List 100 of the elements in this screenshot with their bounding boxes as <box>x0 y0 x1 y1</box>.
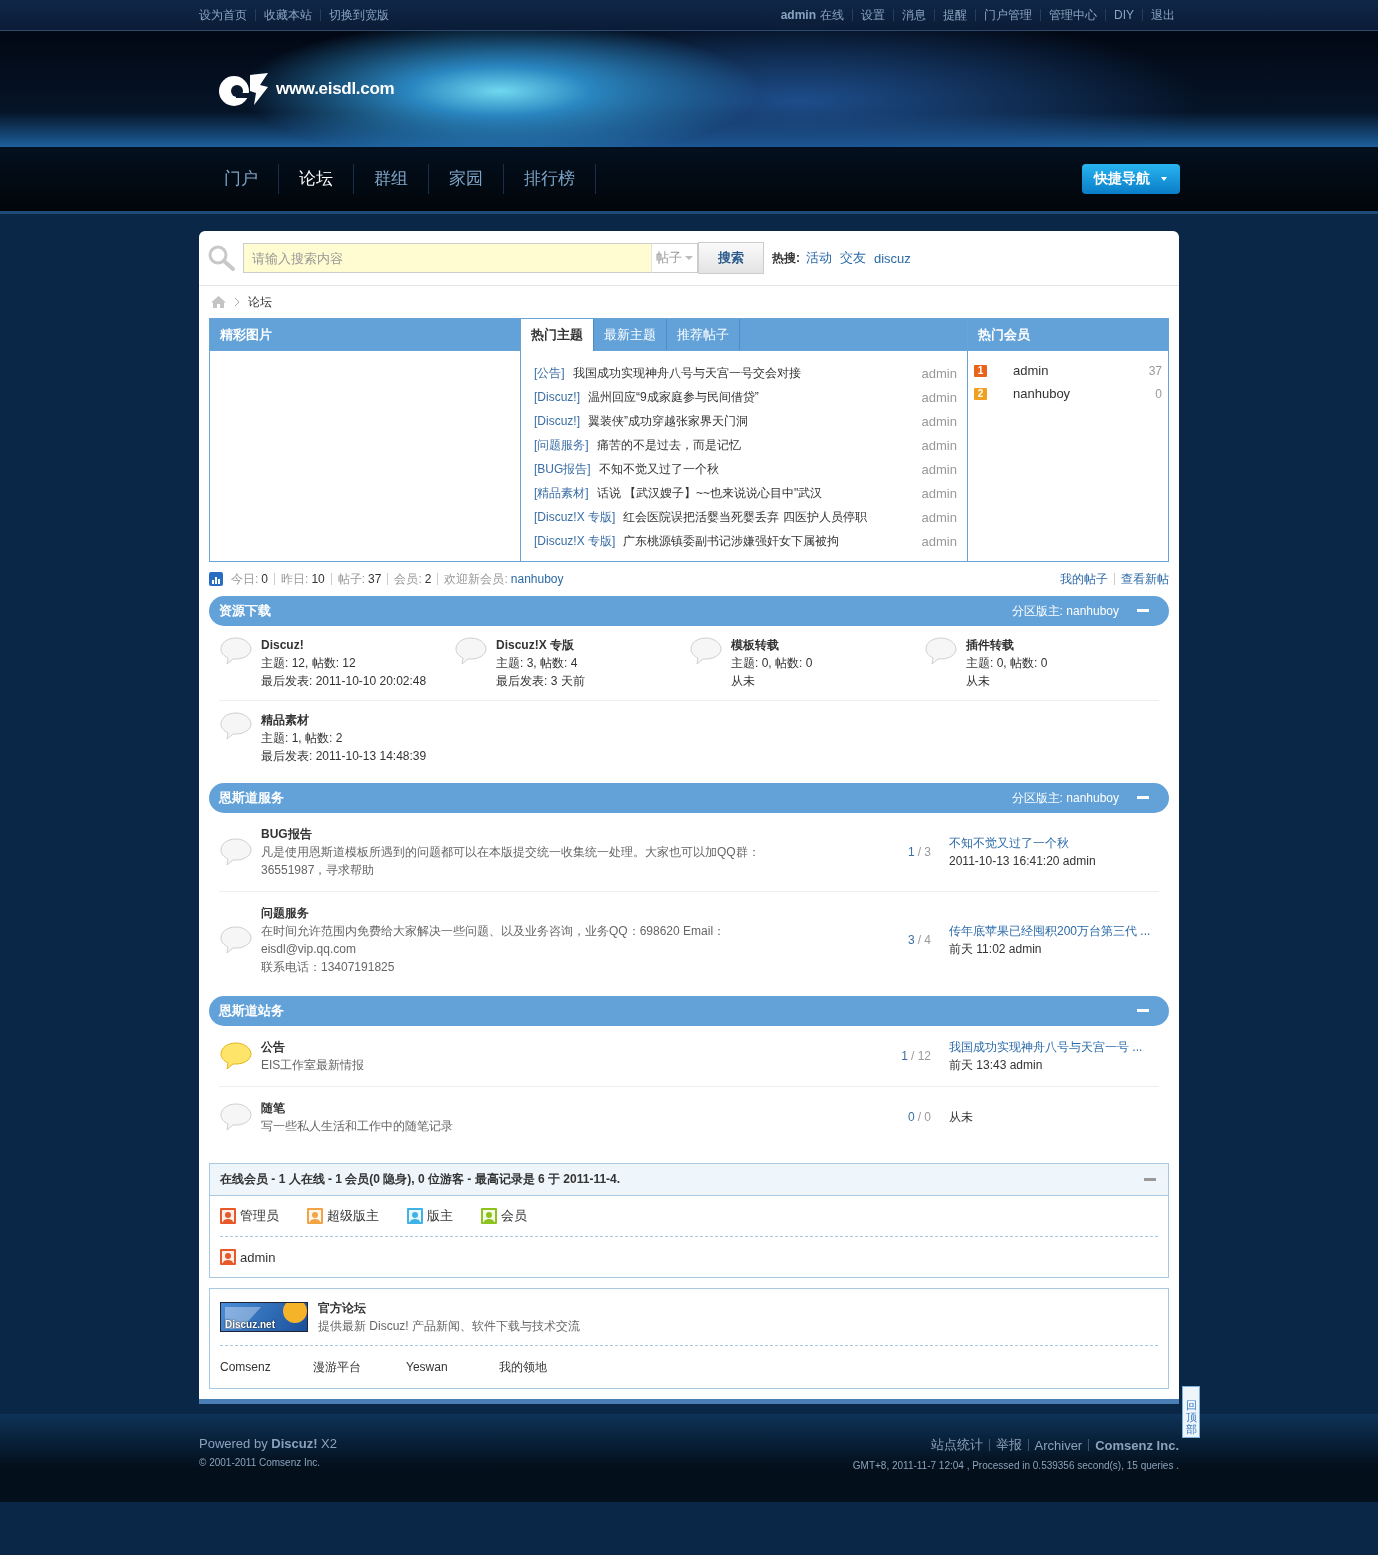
topic-title[interactable]: 红会医院误把活婴当死婴丢弃 四医护人员停职 <box>623 508 922 526</box>
topic-title[interactable]: 翼装侠”成功穿越张家界天门洞 <box>588 412 922 430</box>
logo-icon[interactable] <box>216 71 270 107</box>
top-link[interactable]: 提醒 <box>935 6 975 24</box>
forum-name[interactable]: 公告 <box>261 1038 863 1056</box>
top-link[interactable]: DIY <box>1106 8 1142 22</box>
collapse-icon[interactable] <box>1137 609 1149 613</box>
footer-link[interactable]: Comsenz Inc. <box>1095 1437 1179 1453</box>
thread-count: 1 <box>907 845 915 859</box>
forum-name[interactable]: 随笔 <box>261 1099 863 1117</box>
speech-bubble-icon <box>689 636 723 666</box>
thread-count: 1 <box>901 1049 908 1063</box>
last-post-title[interactable]: 不知不觉又过了一个秋 <box>949 834 1159 852</box>
forum-name[interactable]: 模板转载 <box>731 636 813 654</box>
post-count: / 3 <box>917 845 931 859</box>
forum-name[interactable]: 精品素材 <box>261 711 427 729</box>
forum-stats: 主题: 3, 帖数: 4 <box>496 655 579 672</box>
thread-count: 3 <box>907 933 915 947</box>
nav-tab[interactable]: 排行榜 <box>504 164 596 194</box>
panel-title: 热门会员 <box>977 325 1030 344</box>
home-icon[interactable] <box>211 296 226 308</box>
newest-member-link[interactable]: nanhuboy <box>510 572 564 586</box>
top-link[interactable]: 切换到宽版 <box>321 6 397 24</box>
forum-name[interactable]: 问题服务 <box>261 904 863 922</box>
top-link[interactable]: 设置 <box>853 6 893 24</box>
collapse-icon[interactable] <box>1137 1009 1149 1013</box>
forum-name[interactable]: Discuz! <box>261 636 427 654</box>
member-post-count: 0 <box>1155 386 1162 401</box>
nav-tab[interactable]: 门户 <box>204 164 279 194</box>
topic-tag[interactable]: [BUG报告] <box>534 460 591 478</box>
nav-tab[interactable]: 群组 <box>354 164 429 194</box>
top-link[interactable]: 收藏本站 <box>256 6 320 24</box>
last-post-title[interactable]: 传年底苹果已经囤积200万台第三代 ... <box>949 922 1159 940</box>
top-link[interactable]: 退出 <box>1143 6 1183 24</box>
footer-link[interactable]: 举报 <box>995 1436 1022 1454</box>
partner-description: 提供最新 Discuz! 产品新闻、软件下载与技术交流 <box>318 1318 580 1335</box>
hot-search-link[interactable]: 活动 <box>806 249 832 267</box>
online-status: 在线 <box>820 6 845 24</box>
stat-value: 2 <box>424 572 432 586</box>
forum-description: eisdl@vip.qq.com <box>261 941 357 958</box>
breadcrumb-link[interactable]: 论坛 <box>248 293 272 311</box>
hot-search-label: 热搜: <box>772 249 800 267</box>
forum-description: 凡是使用恩斯道模板所遇到的问题都可以在本版提交统一收集统一处理。大家也可以加QQ群： <box>261 844 761 861</box>
top-link[interactable]: 消息 <box>894 6 934 24</box>
friend-link[interactable]: 漫游平台 <box>313 1358 406 1376</box>
topic-tag[interactable]: [Discuz!X 专版] <box>534 508 616 526</box>
footer-link[interactable]: Archiver <box>1034 1437 1083 1453</box>
forum-stats: 主题: 1, 帖数: 2 <box>261 730 344 747</box>
top-link[interactable]: 门户管理 <box>976 6 1040 24</box>
last-post-title[interactable]: 我国成功实现神舟八号与天宫一号 ... <box>949 1038 1159 1056</box>
topic-title[interactable]: 话说 【武汉嫂子】~~也来说说心目中"武汉 <box>596 484 922 502</box>
partner-name[interactable]: 官方论坛 <box>318 1299 580 1317</box>
forum-name[interactable]: Discuz!X 专版 <box>496 636 585 654</box>
forum-description: 36551987，寻求帮助 <box>261 862 376 879</box>
friend-link[interactable]: Yeswan <box>406 1360 499 1374</box>
last-post-meta: 前天 11:02 admin <box>949 941 1043 958</box>
site-logo-text[interactable]: www.eisdl.com <box>276 79 395 99</box>
forum-stats: 主题: 12, 帖数: 12 <box>261 655 357 672</box>
collapse-icon[interactable] <box>1137 796 1149 800</box>
partner-logo[interactable]: Discuz.net <box>220 1302 308 1332</box>
top-link[interactable]: 管理中心 <box>1041 6 1105 24</box>
speech-bubble-icon <box>219 636 253 666</box>
back-to-top-button[interactable]: 回顶部 <box>1182 1386 1200 1439</box>
stats-link[interactable]: 查看新帖 <box>1121 570 1169 588</box>
topic-title[interactable]: 痛苦的不是过去，而是记忆 <box>596 436 922 454</box>
nav-tab[interactable]: 家园 <box>429 164 504 194</box>
last-post-meta: 从未 <box>949 1109 974 1126</box>
panel-tab[interactable]: 热门主题 <box>521 319 594 351</box>
topic-title[interactable]: 我国成功实现神舟八号与天宫一号交会对接 <box>572 364 922 382</box>
friend-link[interactable]: Comsenz <box>220 1360 313 1374</box>
topic-title[interactable]: 温州回应“9成家庭参与民间借贷” <box>588 388 922 406</box>
topic-tag[interactable]: [Discuz!] <box>534 414 580 428</box>
topic-title[interactable]: 不知不觉又过了一个秋 <box>598 460 922 478</box>
online-user-link[interactable]: admin <box>240 1249 276 1265</box>
post-count: / 4 <box>917 933 931 947</box>
stat-label: 昨日: <box>281 570 309 588</box>
member-name[interactable]: nanhuboy <box>1013 386 1156 401</box>
search-button[interactable]: 搜索 <box>698 242 764 274</box>
stats-link[interactable]: 我的帖子 <box>1060 570 1108 588</box>
topic-tag[interactable]: [Discuz!X 专版] <box>534 532 616 550</box>
topic-tag[interactable]: [公告] <box>534 364 565 382</box>
hot-search-link[interactable]: discuz <box>874 250 911 266</box>
legend-label: 管理员 <box>240 1207 279 1225</box>
stat-value: 10 <box>311 572 325 586</box>
topic-title[interactable]: 广东桃源镇委副书记涉嫌强奸女下属被拘 <box>623 532 922 550</box>
search-field[interactable]: 请输入搜索内容 <box>243 243 651 273</box>
user-link[interactable]: admin <box>772 8 820 22</box>
forum-name[interactable]: BUG报告 <box>261 825 863 843</box>
legend-label: 版主 <box>427 1207 453 1225</box>
friend-link[interactable]: 我的领地 <box>499 1358 592 1376</box>
footer-link[interactable]: 站点统计 <box>930 1436 983 1454</box>
topic-tag[interactable]: [问题服务] <box>534 436 589 454</box>
nav-tab[interactable]: 论坛 <box>279 164 354 194</box>
welcome-label: 欢迎新会员: <box>444 570 508 588</box>
topic-tag[interactable]: [精品素材] <box>534 484 589 502</box>
forum-name[interactable]: 插件转载 <box>966 636 1048 654</box>
hot-search-link[interactable]: 交友 <box>840 249 866 267</box>
member-name[interactable]: admin <box>1013 363 1149 378</box>
top-link[interactable]: 设为首页 <box>191 6 255 24</box>
topic-tag[interactable]: [Discuz!] <box>534 390 580 404</box>
